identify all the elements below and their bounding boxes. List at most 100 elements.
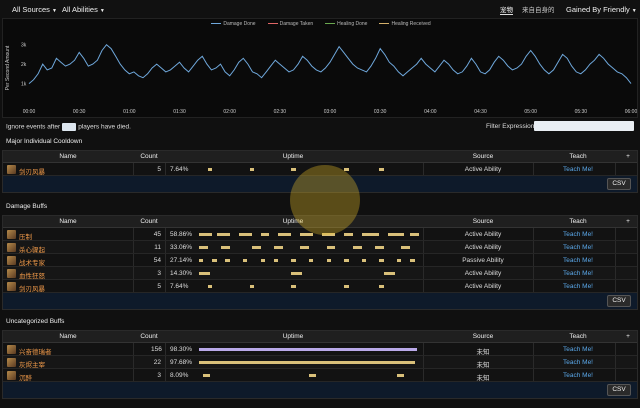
uptime-segment (249, 168, 254, 171)
ignore-pre-label: Ignore events after (6, 123, 61, 131)
abilities-label: All Abilities (62, 5, 98, 14)
teach-me-link[interactable]: Teach Me! (543, 270, 613, 277)
ability-name[interactable]: 兴奋德瑞者 (19, 346, 52, 356)
uptime-segment (291, 285, 296, 288)
table-row[interactable]: 杀心骤起 11 33.06% Active Ability Teach Me! (3, 241, 637, 254)
teach-me-link[interactable]: Teach Me! (543, 283, 613, 290)
column-divider (533, 267, 534, 279)
csv-button[interactable]: CSV (607, 178, 631, 190)
table-header: Name Count Uptime Source Teach + (3, 151, 637, 163)
teach-me-link[interactable]: Teach Me! (543, 372, 613, 379)
teach-me-link[interactable]: Teach Me! (543, 244, 613, 251)
column-header-teach[interactable]: Teach (543, 153, 613, 160)
uptime-segment (199, 361, 415, 364)
y-tick-label: 1k (21, 82, 27, 88)
table-row[interactable]: 剑刃风暴 5 7.64% Active Ability Teach Me! (3, 280, 637, 293)
ability-name[interactable]: 战术专家 (19, 257, 45, 267)
table-row[interactable]: 灰烬主宰 22 97.68% 未知 Teach Me! (3, 356, 637, 369)
csv-button[interactable]: CSV (607, 295, 631, 307)
ability-name[interactable]: 剑刃风暴 (19, 166, 45, 176)
ability-name[interactable]: 血性狂怒 (19, 270, 45, 280)
teach-me-link[interactable]: Teach Me! (543, 346, 613, 353)
column-divider (133, 254, 134, 266)
table-row[interactable]: 战术专家 54 27.14% Passive Ability Teach Me! (3, 254, 637, 267)
expand-button[interactable]: + (623, 333, 633, 340)
uptime-segment (225, 259, 230, 262)
column-divider (615, 163, 616, 175)
chevron-down-icon: ▼ (631, 8, 637, 14)
uptime-segment (199, 272, 210, 275)
x-tick-label: 03:30 (374, 109, 387, 115)
x-tick-label: 05:30 (575, 109, 588, 115)
column-header-teach[interactable]: Teach (543, 333, 613, 340)
column-header-uptime[interactable]: Uptime (243, 153, 343, 160)
column-divider (533, 241, 534, 253)
uptime-percent: 27.14% (170, 257, 193, 264)
teach-me-link[interactable]: Teach Me! (543, 359, 613, 366)
buff-table: Name Count Uptime Source Teach + 兴奋德瑞者 156 98.30… (2, 330, 638, 399)
column-header-count[interactable]: Count (135, 218, 163, 225)
uptime-segment (361, 233, 380, 236)
ability-icon (7, 358, 16, 367)
uptime-segment (326, 259, 331, 262)
ability-name[interactable]: 杀心骤起 (19, 244, 45, 254)
uptime-segment (344, 285, 349, 288)
column-header-uptime[interactable]: Uptime (243, 333, 343, 340)
source-value: 未知 (476, 375, 490, 382)
expand-button[interactable]: + (623, 153, 633, 160)
section-title: Damage Buffs (6, 203, 48, 210)
column-header-name[interactable]: Name (43, 333, 93, 340)
teach-me-link[interactable]: Teach Me! (543, 257, 613, 264)
column-divider (423, 254, 424, 266)
ability-name[interactable]: 沉醉 (19, 372, 32, 382)
expand-button[interactable]: + (623, 218, 633, 225)
ability-name[interactable]: 剑刃风暴 (19, 283, 45, 293)
column-divider (423, 343, 424, 355)
series-line-damage-done (28, 43, 632, 84)
column-divider (423, 241, 424, 253)
ability-icon (7, 345, 16, 354)
column-header-name[interactable]: Name (43, 218, 93, 225)
count-value: 3 (157, 270, 161, 277)
uptime-segment (410, 233, 419, 236)
csv-button[interactable]: CSV (607, 384, 631, 396)
column-header-name[interactable]: Name (43, 153, 93, 160)
mode-dropdown[interactable]: Gained By Friendly ▼ (566, 5, 637, 14)
column-header-teach[interactable]: Teach (543, 218, 613, 225)
column-divider (133, 241, 134, 253)
uptime-percent: 98.30% (170, 346, 193, 353)
uptime-percent: 7.64% (170, 166, 189, 173)
table-row[interactable]: 血性狂怒 3 14.30% Active Ability Teach Me! (3, 267, 637, 280)
sources-dropdown[interactable]: All Sources ▼ (12, 5, 57, 14)
tab-pets[interactable]: 宠物 (500, 4, 513, 15)
tab-self[interactable]: 来自自身的 (522, 4, 555, 14)
abilities-dropdown[interactable]: All Abilities ▼ (62, 5, 105, 14)
column-divider (615, 369, 616, 381)
source-value: Active Ability (464, 244, 502, 251)
table-row[interactable]: 沉醉 3 8.09% 未知 Teach Me! (3, 369, 637, 382)
uptime-bar (199, 246, 419, 249)
column-header-count[interactable]: Count (135, 153, 163, 160)
teach-me-link[interactable]: Teach Me! (543, 166, 613, 173)
column-divider (423, 369, 424, 381)
uptime-segment (249, 285, 254, 288)
column-header-source[interactable]: Source (443, 333, 523, 340)
ignore-count-input[interactable] (62, 123, 77, 131)
column-header-source[interactable]: Source (443, 153, 523, 160)
x-tick-label: 05:00 (524, 109, 537, 115)
column-header-source[interactable]: Source (443, 218, 523, 225)
ability-icon (7, 230, 16, 239)
column-header-count[interactable]: Count (135, 333, 163, 340)
column-divider (133, 280, 134, 292)
filter-expression-input[interactable] (534, 121, 634, 131)
ignore-post-label: players have died. (78, 123, 131, 131)
timeline-chart[interactable]: Damage Done Damage Taken Healing Done Heali… (2, 18, 638, 118)
uptime-segment (309, 259, 314, 262)
table-row[interactable]: 兴奋德瑞者 156 98.30% 未知 Teach Me! (3, 343, 637, 356)
ability-name[interactable]: 压制 (19, 231, 32, 241)
teach-me-link[interactable]: Teach Me! (543, 231, 613, 238)
ability-name[interactable]: 灰烬主宰 (19, 359, 45, 369)
column-divider (165, 369, 166, 381)
uptime-segment (291, 168, 296, 171)
csv-bar: CSV (3, 293, 637, 309)
